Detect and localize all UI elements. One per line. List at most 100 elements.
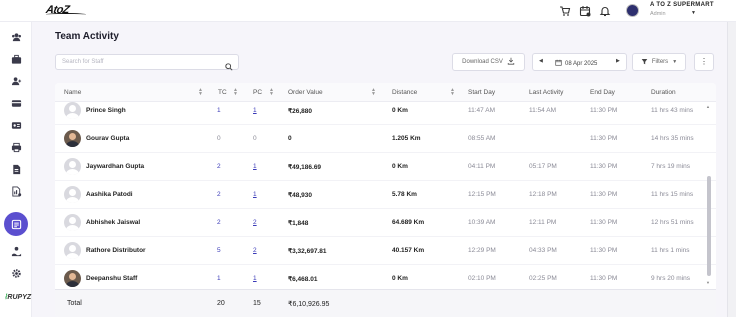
sidebar: ⌇RUPYZ bbox=[0, 22, 32, 317]
cell-tc[interactable]: 5 bbox=[217, 247, 221, 254]
cell-pc[interactable]: 2 bbox=[253, 247, 257, 254]
settings-icon[interactable] bbox=[7, 264, 25, 282]
avatar bbox=[64, 242, 81, 259]
document-icon[interactable] bbox=[7, 160, 25, 178]
card-icon[interactable] bbox=[7, 94, 25, 112]
cell-tc[interactable]: 1 bbox=[217, 107, 221, 114]
table-row[interactable]: Gourav Gupta 0 0 0 1.205 Km 08:55 AM 11:30 PM 1… bbox=[55, 125, 716, 153]
col-pc[interactable]: PC bbox=[253, 89, 262, 96]
total-tc: 20 bbox=[217, 300, 225, 307]
col-distance[interactable]: Distance bbox=[392, 89, 417, 96]
avatar bbox=[64, 130, 81, 147]
team-icon[interactable] bbox=[7, 28, 25, 46]
sort-icon[interactable]: ▲ ▼ bbox=[198, 88, 203, 97]
table-row[interactable]: Jaywardhan Gupta 2 1 ₹49,186.69 0 Km 04:11 PM… bbox=[55, 153, 716, 181]
bell-icon[interactable] bbox=[598, 4, 612, 18]
table-row[interactable]: Rathore Distributor 5 2 ₹3,32,697.81 40.157 … bbox=[55, 237, 716, 265]
staff-name[interactable]: Deepanshu Staff bbox=[86, 275, 137, 282]
col-name[interactable]: Name bbox=[64, 89, 81, 96]
cell-tc[interactable]: 2 bbox=[217, 163, 221, 170]
col-order-value[interactable]: Order Value bbox=[288, 89, 323, 96]
cell-duration: 7 hrs 19 mins bbox=[651, 163, 691, 170]
avatar bbox=[64, 214, 81, 231]
chevron-down-icon[interactable]: ▼ bbox=[691, 10, 696, 16]
cell-pc[interactable]: 1 bbox=[253, 191, 257, 198]
cell-tc: 0 bbox=[217, 135, 221, 142]
cell-end-day: 11:30 PM bbox=[590, 107, 618, 114]
sort-icon[interactable]: ▲ ▼ bbox=[269, 88, 274, 97]
staff-name[interactable]: Jaywardhan Gupta bbox=[86, 163, 144, 170]
search-input[interactable]: Search for Staff bbox=[55, 54, 239, 71]
chart-doc-icon[interactable] bbox=[7, 182, 25, 200]
cell-pc[interactable]: 1 bbox=[253, 163, 257, 170]
cell-end-day: 11:30 PM bbox=[590, 191, 618, 198]
cell-duration: 11 hrs 43 mins bbox=[651, 107, 694, 114]
cell-order-value: ₹3,32,697.81 bbox=[288, 248, 327, 255]
cell-pc[interactable]: 1 bbox=[253, 275, 257, 282]
scroll-thumb[interactable] bbox=[707, 176, 711, 276]
cell-distance: 0 Km bbox=[392, 107, 408, 114]
cell-tc[interactable]: 1 bbox=[217, 275, 221, 282]
store-avatar[interactable] bbox=[626, 4, 639, 17]
date-display[interactable]: 08 Apr 2025 bbox=[555, 59, 597, 68]
id-card-icon[interactable] bbox=[7, 116, 25, 134]
hand-user-icon[interactable] bbox=[7, 242, 25, 260]
team-activity-table: Name ▲ ▼ TC ▲ ▼ PC ▲ ▼ Order Value ▲ ▼ Dista… bbox=[55, 83, 716, 317]
avatar bbox=[64, 186, 81, 203]
staff-name[interactable]: Abhishek Jaiswal bbox=[86, 219, 140, 226]
total-pc: 15 bbox=[253, 300, 261, 307]
cell-duration: 11 hrs 1 mins bbox=[651, 247, 690, 254]
col-tc[interactable]: TC bbox=[218, 89, 227, 96]
calendar-icon bbox=[555, 59, 562, 68]
cell-end-day: 11:30 PM bbox=[590, 247, 618, 254]
cell-distance: 5.78 Km bbox=[392, 191, 417, 198]
cell-last-activity: 12:11 PM bbox=[529, 219, 557, 226]
download-icon bbox=[507, 57, 515, 67]
date-picker[interactable]: ◀ 08 Apr 2025 ▶ bbox=[532, 53, 627, 71]
calendar-check-icon[interactable] bbox=[578, 4, 592, 18]
cell-end-day: 11:30 PM bbox=[590, 275, 618, 282]
sort-icon[interactable]: ▲ ▼ bbox=[371, 88, 376, 97]
cell-order-value: ₹48,930 bbox=[288, 192, 313, 199]
cell-distance: 40.157 Km bbox=[392, 247, 425, 254]
user-add-icon[interactable] bbox=[7, 72, 25, 90]
briefcase-icon[interactable] bbox=[7, 50, 25, 68]
sort-icon[interactable]: ▲ ▼ bbox=[233, 88, 238, 97]
cell-tc[interactable]: 2 bbox=[217, 219, 221, 226]
filters-label: Filters bbox=[651, 59, 669, 65]
scroll-down-icon[interactable]: ▼ bbox=[706, 280, 710, 285]
sort-icon[interactable]: ▲ ▼ bbox=[450, 88, 455, 97]
date-next-icon[interactable]: ▶ bbox=[616, 58, 620, 64]
cell-order-value: 0 bbox=[288, 135, 292, 142]
cart-icon[interactable] bbox=[558, 4, 572, 18]
table-row[interactable]: Prince Singh 1 1 ₹26,880 0 Km 11:47 AM 11:54 A… bbox=[55, 97, 716, 125]
search-icon[interactable] bbox=[225, 58, 233, 76]
staff-name[interactable]: Aashika Patodi bbox=[86, 191, 133, 198]
scroll-up-icon[interactable]: ▲ bbox=[706, 104, 710, 109]
avatar bbox=[64, 102, 81, 119]
staff-name[interactable]: Prince Singh bbox=[86, 107, 126, 114]
staff-name[interactable]: Rathore Distributor bbox=[86, 247, 146, 254]
cell-pc[interactable]: 2 bbox=[253, 219, 257, 226]
filters-button[interactable]: Filters ▼ bbox=[632, 53, 686, 71]
page-scroll-track[interactable] bbox=[727, 22, 736, 317]
cell-pc: 0 bbox=[253, 135, 257, 142]
table-row[interactable]: Abhishek Jaiswal 2 2 ₹1,848 64.689 Km 10:39 A… bbox=[55, 209, 716, 237]
table-scrollbar[interactable]: ▲ ▼ bbox=[706, 104, 712, 285]
download-csv-button[interactable]: Download CSV bbox=[452, 53, 525, 71]
top-bar: AtoZ A TO Z SUPERMART Admin ▼ bbox=[0, 0, 736, 22]
cell-pc[interactable]: 1 bbox=[253, 107, 257, 114]
cell-tc[interactable]: 2 bbox=[217, 191, 221, 198]
avatar bbox=[64, 158, 81, 175]
date-prev-icon[interactable]: ◀ bbox=[539, 58, 543, 64]
print-icon[interactable] bbox=[7, 138, 25, 156]
col-duration: Duration bbox=[651, 89, 676, 96]
more-options-button[interactable]: ⋮ bbox=[694, 53, 714, 71]
team-activity-icon[interactable] bbox=[4, 212, 28, 236]
store-name[interactable]: A TO Z SUPERMART bbox=[650, 2, 714, 8]
cell-last-activity: 12:18 PM bbox=[529, 191, 557, 198]
download-csv-label: Download CSV bbox=[462, 59, 503, 65]
table-row[interactable]: Aashika Patodi 2 1 ₹48,930 5.78 Km 12:15 PM 12… bbox=[55, 181, 716, 209]
staff-name[interactable]: Gourav Gupta bbox=[86, 135, 129, 142]
cell-end-day: 11:30 PM bbox=[590, 135, 618, 142]
